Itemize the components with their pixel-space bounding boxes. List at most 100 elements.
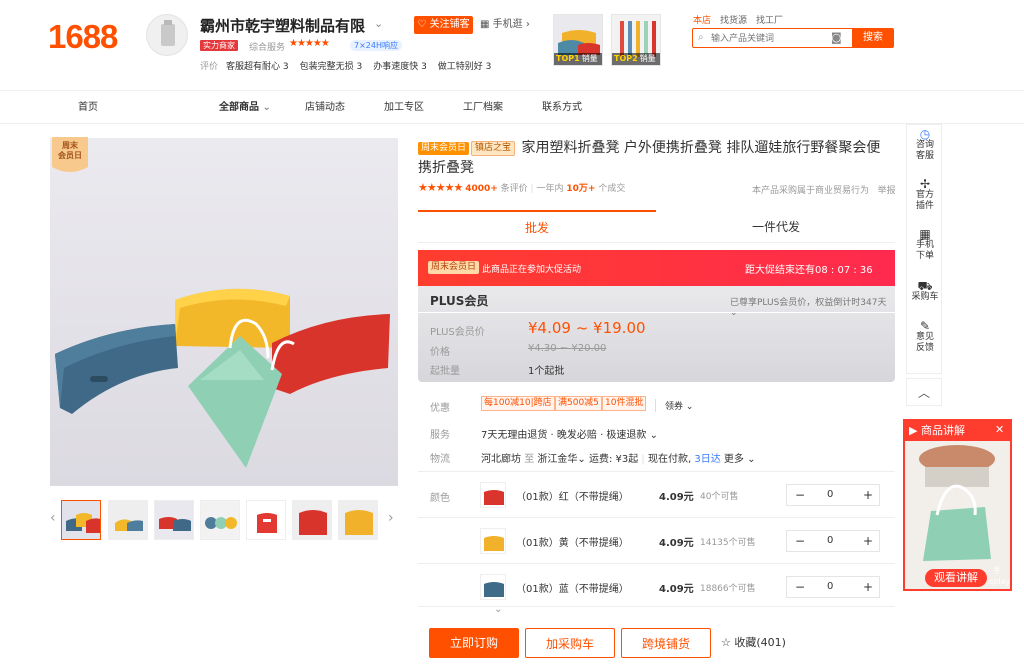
- top2-product[interactable]: TOP2 销量: [611, 14, 661, 66]
- quantity-value[interactable]: 0: [827, 581, 833, 592]
- video-overlay-text: 手: [993, 566, 1001, 575]
- offer-chip[interactable]: 满500减5: [555, 396, 602, 411]
- product-main-image[interactable]: [50, 138, 398, 486]
- chevron-down-icon[interactable]: ⌄: [374, 17, 383, 30]
- mobile-button[interactable]: ▦ 手机逛 ›: [480, 16, 530, 34]
- logistics-to[interactable]: 浙江金华⌄: [537, 454, 585, 465]
- chevron-left-icon[interactable]: ‹: [50, 510, 56, 526]
- variant-row: （01款）黄（不带提绳） 4.09元 14135个可售 − 0 +: [418, 517, 895, 563]
- event-text: 此商品正在参加大促活动: [482, 265, 582, 275]
- minus-button[interactable]: −: [795, 534, 805, 548]
- nav-processing[interactable]: 加工专区: [384, 98, 424, 113]
- variant-image[interactable]: [480, 482, 506, 508]
- thumbnail[interactable]: [154, 500, 194, 540]
- offer-chip[interactable]: 每100减10|跨店: [481, 396, 555, 411]
- search-tab-shop[interactable]: 本店: [693, 16, 711, 26]
- member-price: ¥4.09 ~ ¥19.00: [528, 319, 646, 337]
- divider: |: [530, 184, 534, 194]
- shop-avatar[interactable]: [146, 14, 188, 56]
- search-tab-factory[interactable]: 找工厂: [756, 16, 783, 26]
- quantity-value[interactable]: 0: [827, 489, 833, 500]
- mobile-label: 手机逛: [492, 19, 523, 30]
- search-tab-source[interactable]: 找货源: [720, 16, 747, 26]
- variant-image[interactable]: [480, 528, 506, 554]
- nav-contact[interactable]: 联系方式: [542, 98, 582, 113]
- watch-video-button[interactable]: 观看讲解: [925, 569, 987, 587]
- favorite-button[interactable]: ☆ 收藏(401): [721, 628, 791, 658]
- service-text-value: 7天无理由退货 · 晚发必赔 · 极速退款: [481, 430, 647, 441]
- back-to-top-button[interactable]: ︿: [906, 378, 942, 406]
- event-countdown: 距大促结束还有08 : 07 : 36: [745, 261, 873, 276]
- video-widget[interactable]: ▶ 商品讲解 ✕ 观看讲解 手 splay: [903, 419, 1012, 591]
- variant-row: （01款）蓝（不带提绳） 4.09元 18866个可售 − 0 +: [418, 563, 895, 607]
- chevron-right-icon[interactable]: ›: [388, 510, 394, 526]
- nav-all-products[interactable]: 全部商品 ⌄: [219, 98, 271, 113]
- thumbnail[interactable]: [61, 500, 101, 540]
- add-to-cart-button[interactable]: 加采购车: [525, 628, 615, 658]
- response-badge: 7×24H响应: [350, 40, 402, 51]
- promo-text: 周末 会员日: [52, 141, 88, 161]
- search-box: ⌕ ◙: [692, 28, 852, 48]
- tab-dropship[interactable]: 一件代发: [658, 212, 894, 242]
- thumbnail[interactable]: [292, 500, 332, 540]
- promo-line-2: 会员日: [58, 151, 82, 160]
- close-icon[interactable]: ✕: [995, 423, 1004, 436]
- logistics-to-value: 浙江金华: [537, 454, 578, 465]
- quantity-stepper: − 0 +: [786, 484, 880, 506]
- sidebar-item-mobile[interactable]: ▦ 手机下单: [907, 228, 943, 262]
- thumbnail[interactable]: [338, 500, 378, 540]
- sidebar-label: 采购车: [911, 292, 939, 302]
- sidebar-label: 意见反馈: [915, 332, 934, 353]
- report-link[interactable]: 举报: [878, 186, 896, 196]
- sales-prefix: 一年内: [536, 184, 564, 194]
- sidebar-item-cart[interactable]: ⛟ 采购车: [907, 280, 943, 303]
- divider: [418, 312, 895, 313]
- logistics-days: 3日达: [694, 454, 721, 465]
- thumbnail[interactable]: [246, 500, 286, 540]
- follow-button[interactable]: ♡ 关注铺客: [414, 16, 473, 34]
- nav-news[interactable]: 店铺动态: [305, 98, 345, 113]
- promo-line-1: 周末: [62, 141, 78, 150]
- quantity-value[interactable]: 0: [827, 535, 833, 546]
- site-logo[interactable]: 1688: [48, 18, 118, 56]
- moq-value: 1个起批: [528, 366, 565, 377]
- nav-home[interactable]: 首页: [78, 98, 98, 113]
- minus-button[interactable]: −: [795, 580, 805, 594]
- puzzle-icon: ✢: [919, 177, 931, 191]
- buy-now-button[interactable]: 立即订购: [429, 628, 519, 658]
- service-text[interactable]: 7天无理由退货 · 晚发必赔 · 极速退款 ⌄: [481, 426, 658, 441]
- logistics-to-word: 至: [524, 454, 535, 465]
- search-button[interactable]: 搜索: [852, 28, 894, 48]
- thumbnail[interactable]: [200, 500, 240, 540]
- variant-stock: 14135个可售: [700, 538, 756, 548]
- logistics-more[interactable]: 更多 ⌄: [724, 454, 756, 465]
- plus-button[interactable]: +: [863, 488, 873, 502]
- promo-badge: 周末 会员日: [52, 137, 88, 177]
- plus-button[interactable]: +: [863, 534, 873, 548]
- plus-button[interactable]: +: [863, 580, 873, 594]
- logistics-label: 物流: [430, 454, 450, 465]
- minus-button[interactable]: −: [795, 488, 805, 502]
- sidebar-item-service[interactable]: ◷ 咨询客服: [907, 128, 943, 162]
- sidebar-item-plugin[interactable]: ✢ 官方插件: [907, 177, 943, 212]
- video-overlay-text: splay: [989, 577, 1011, 586]
- shop-name[interactable]: 霸州市乾宇塑料制品有限: [200, 15, 365, 36]
- variant-name: （01款）黄（不带提绳）: [516, 538, 629, 549]
- tab-wholesale[interactable]: 批发: [418, 210, 656, 242]
- sidebar-item-feedback[interactable]: ✎ 意见反馈: [907, 320, 943, 354]
- coupon-link[interactable]: 领券 ⌄: [655, 399, 693, 412]
- price-label: 价格: [430, 347, 450, 358]
- offer-chip[interactable]: 10件混批: [602, 396, 647, 411]
- search-input[interactable]: [693, 29, 823, 47]
- camera-icon[interactable]: ◙: [831, 31, 842, 44]
- plus-status-text: 已尊享PLUS会员价，权益倒计时347天: [730, 298, 887, 308]
- plus-status[interactable]: 已尊享PLUS会员价，权益倒计时347天 ⌄: [730, 295, 895, 318]
- thumbnail[interactable]: [108, 500, 148, 540]
- top1-product[interactable]: TOP1 销量: [553, 14, 603, 66]
- chevron-down-icon[interactable]: ⌄: [494, 604, 502, 615]
- rating-count[interactable]: 4000+: [465, 184, 498, 194]
- nav-factory[interactable]: 工厂档案: [463, 98, 503, 113]
- variant-image[interactable]: [480, 574, 506, 600]
- product-title-block: 周末会员日 镇店之宝 家用塑料折叠凳 户外便携折叠凳 排队遛娃旅行野餐聚会便携折叠…: [418, 138, 888, 178]
- cross-border-button[interactable]: 跨境铺货: [621, 628, 711, 658]
